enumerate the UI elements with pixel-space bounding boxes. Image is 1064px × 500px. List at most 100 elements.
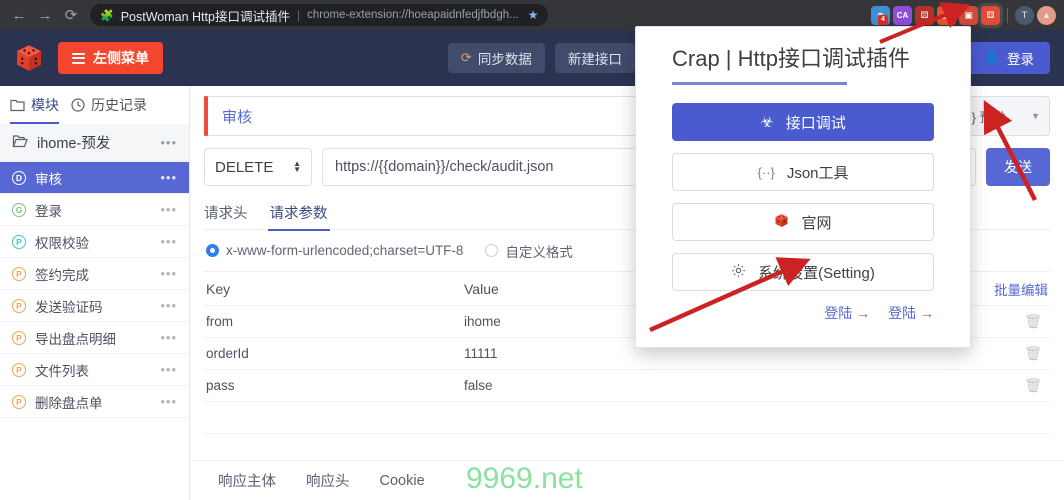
- bug-icon: ☣: [760, 114, 774, 131]
- sidebar-tab-modules[interactable]: 模块: [10, 86, 59, 124]
- ext-icon-terminal[interactable]: ▤: [937, 5, 956, 25]
- sidebar-item-more-icon[interactable]: •••: [160, 362, 177, 377]
- left-menu-label: 左侧菜单: [93, 50, 149, 66]
- tab-response-cookie[interactable]: Cookie: [380, 473, 425, 489]
- method-badge-icon: G: [12, 202, 26, 217]
- popup-button-json-tool[interactable]: {··} Json工具: [672, 153, 934, 191]
- star-icon[interactable]: ★: [528, 8, 539, 22]
- tab-request-headers[interactable]: 请求头: [204, 196, 248, 230]
- address-separator: |: [296, 8, 301, 22]
- ext-icon-blue[interactable]: ⚭ 4: [871, 5, 890, 25]
- ext-icon-dice-small[interactable]: ⚄: [915, 5, 934, 25]
- new-api-button[interactable]: 新建接口: [554, 43, 635, 73]
- sidebar-item-login[interactable]: G 登录 •••: [0, 194, 189, 226]
- sidebar-item-send-verify-code[interactable]: P 发送验证码 •••: [0, 290, 189, 322]
- sidebar-group-ihome[interactable]: ihome-预发 •••: [0, 124, 189, 162]
- page-title: PostWoman Http接口调试插件: [120, 9, 290, 24]
- bulk-edit-link[interactable]: 批量编辑: [994, 279, 1050, 299]
- profile-avatar[interactable]: T: [1015, 5, 1034, 25]
- sidebar-group-more-icon[interactable]: •••: [160, 135, 177, 150]
- sidebar-item-label: 文件列表: [35, 363, 89, 379]
- address-bar[interactable]: 🧩 PostWoman Http接口调试插件 | chrome-extensio…: [90, 4, 549, 26]
- sidebar-item-label: 审核: [35, 171, 62, 187]
- sidebar-item-more-icon[interactable]: •••: [160, 234, 177, 249]
- sidebar-item-permission-check[interactable]: P 权限校验 •••: [0, 226, 189, 258]
- extension-tray: ⚭ 4 CA ⚄ ▤ ▣ ⚅ T ▲: [871, 2, 1058, 28]
- back-arrow-icon[interactable]: ←: [6, 2, 32, 28]
- tab-response-body[interactable]: 响应主体: [218, 470, 276, 491]
- braces-icon: {··}: [757, 164, 775, 180]
- screen-root: ← → ⟳ 🧩 PostWoman Http接口调试插件 | chrome-ex…: [0, 0, 1064, 500]
- sidebar-tab-history-label: 历史记录: [91, 97, 147, 113]
- tab-request-params-label: 请求参数: [269, 206, 328, 222]
- sidebar-tabs: 模块 历史记录: [0, 86, 189, 124]
- reload-icon[interactable]: ⟳: [58, 2, 84, 28]
- tab-request-headers-label: 请求头: [204, 206, 248, 222]
- popup-button-official-site-label: 官网: [801, 214, 832, 232]
- radio-dot-icon: [206, 244, 219, 257]
- popup-button-api-debug-label: 接口调试: [785, 114, 846, 132]
- trash-icon[interactable]: 🗑: [1016, 345, 1050, 362]
- sidebar-item-more-icon[interactable]: •••: [160, 330, 177, 345]
- param-key[interactable]: orderId: [204, 346, 462, 361]
- popup-login-link-1[interactable]: 登陆 →: [824, 303, 870, 323]
- user-icon: 👤: [983, 50, 1000, 65]
- sidebar-item-more-icon[interactable]: •••: [160, 170, 177, 185]
- trash-icon[interactable]: 🗑: [1016, 377, 1050, 394]
- param-key[interactable]: pass: [204, 378, 462, 393]
- sidebar-item-more-icon[interactable]: •••: [160, 202, 177, 217]
- sidebar-item-file-list[interactable]: P 文件列表 •••: [0, 354, 189, 386]
- tab-response-headers[interactable]: 响应头: [306, 470, 350, 491]
- method-badge-icon: P: [12, 362, 26, 377]
- sidebar-item-label: 签约完成: [35, 267, 89, 283]
- radio-custom-format[interactable]: 自定义格式: [485, 241, 573, 261]
- sidebar-item-audit[interactable]: D 审核 •••: [0, 162, 189, 194]
- chevron-down-icon: ▼: [1031, 111, 1040, 121]
- method-badge-icon: P: [12, 234, 26, 249]
- table-row-empty[interactable]: [204, 402, 1050, 434]
- param-value[interactable]: 11111: [462, 346, 1016, 361]
- sidebar-tab-history[interactable]: 历史记录: [71, 86, 147, 124]
- sidebar-item-delete-inventory[interactable]: P 删除盘点单 •••: [0, 386, 189, 418]
- sidebar-item-label: 删除盘点单: [35, 395, 103, 411]
- login-button[interactable]: 👤 登录: [967, 42, 1050, 74]
- up-arrow-icon[interactable]: ▲: [1037, 5, 1056, 25]
- method-value: DELETE: [215, 158, 274, 176]
- ext-icon-crap-dice[interactable]: ⚅: [978, 2, 1003, 28]
- url-value: https://{{domain}}/check/audit.json: [335, 159, 554, 175]
- sidebar-item-more-icon[interactable]: •••: [160, 298, 177, 313]
- left-menu-button[interactable]: 左侧菜单: [58, 42, 163, 74]
- popup-button-api-debug[interactable]: ☣ 接口调试: [672, 103, 934, 141]
- ext-icon-purple[interactable]: CA: [893, 5, 912, 25]
- popup-button-system-setting[interactable]: 系统设置(Setting): [672, 253, 934, 291]
- method-badge-icon: P: [12, 394, 26, 409]
- trash-icon[interactable]: 🗑: [1016, 313, 1050, 330]
- sidebar-tab-modules-label: 模块: [31, 97, 59, 113]
- header-right: 👤 登录: [967, 42, 1050, 74]
- sidebar-item-more-icon[interactable]: •••: [160, 266, 177, 281]
- send-button[interactable]: 发送: [986, 148, 1050, 186]
- radio-urlencoded[interactable]: x-www-form-urlencoded;charset=UTF-8: [206, 243, 463, 258]
- method-select[interactable]: DELETE ▲ ▼: [204, 148, 312, 186]
- radio-urlencoded-label: x-www-form-urlencoded;charset=UTF-8: [226, 243, 464, 258]
- table-row[interactable]: pass false 🗑: [204, 370, 1050, 402]
- param-key[interactable]: from: [204, 314, 462, 329]
- sync-data-button[interactable]: ⟳ 同步数据: [447, 43, 545, 73]
- sidebar-item-more-icon[interactable]: •••: [160, 394, 177, 409]
- ext-icon-image[interactable]: ▣: [959, 5, 978, 25]
- sidebar-group-label: ihome-预发: [37, 136, 111, 152]
- sidebar-item-contract-complete[interactable]: P 签约完成 •••: [0, 258, 189, 290]
- watermark: 9969.net: [466, 462, 583, 495]
- refresh-icon: ⟳: [460, 50, 472, 65]
- address-url: chrome-extension://hoeapaidnfedjfbdgh...: [307, 9, 519, 21]
- sidebar-item-export-inventory[interactable]: P 导出盘点明细 •••: [0, 322, 189, 354]
- new-api-label: 新建接口: [567, 52, 622, 67]
- sidebar-item-label: 导出盘点明细: [35, 331, 116, 347]
- popup-login-link-2[interactable]: 登陆 →: [888, 303, 934, 323]
- tab-request-params[interactable]: 请求参数: [267, 196, 330, 231]
- param-value[interactable]: false: [462, 378, 1016, 393]
- popup-button-official-site[interactable]: 官网: [672, 203, 934, 241]
- forward-arrow-icon[interactable]: →: [32, 2, 58, 28]
- popup-links: 登陆 → 登陆 →: [672, 303, 934, 323]
- response-tabs: 响应主体 响应头 Cookie: [190, 460, 1064, 500]
